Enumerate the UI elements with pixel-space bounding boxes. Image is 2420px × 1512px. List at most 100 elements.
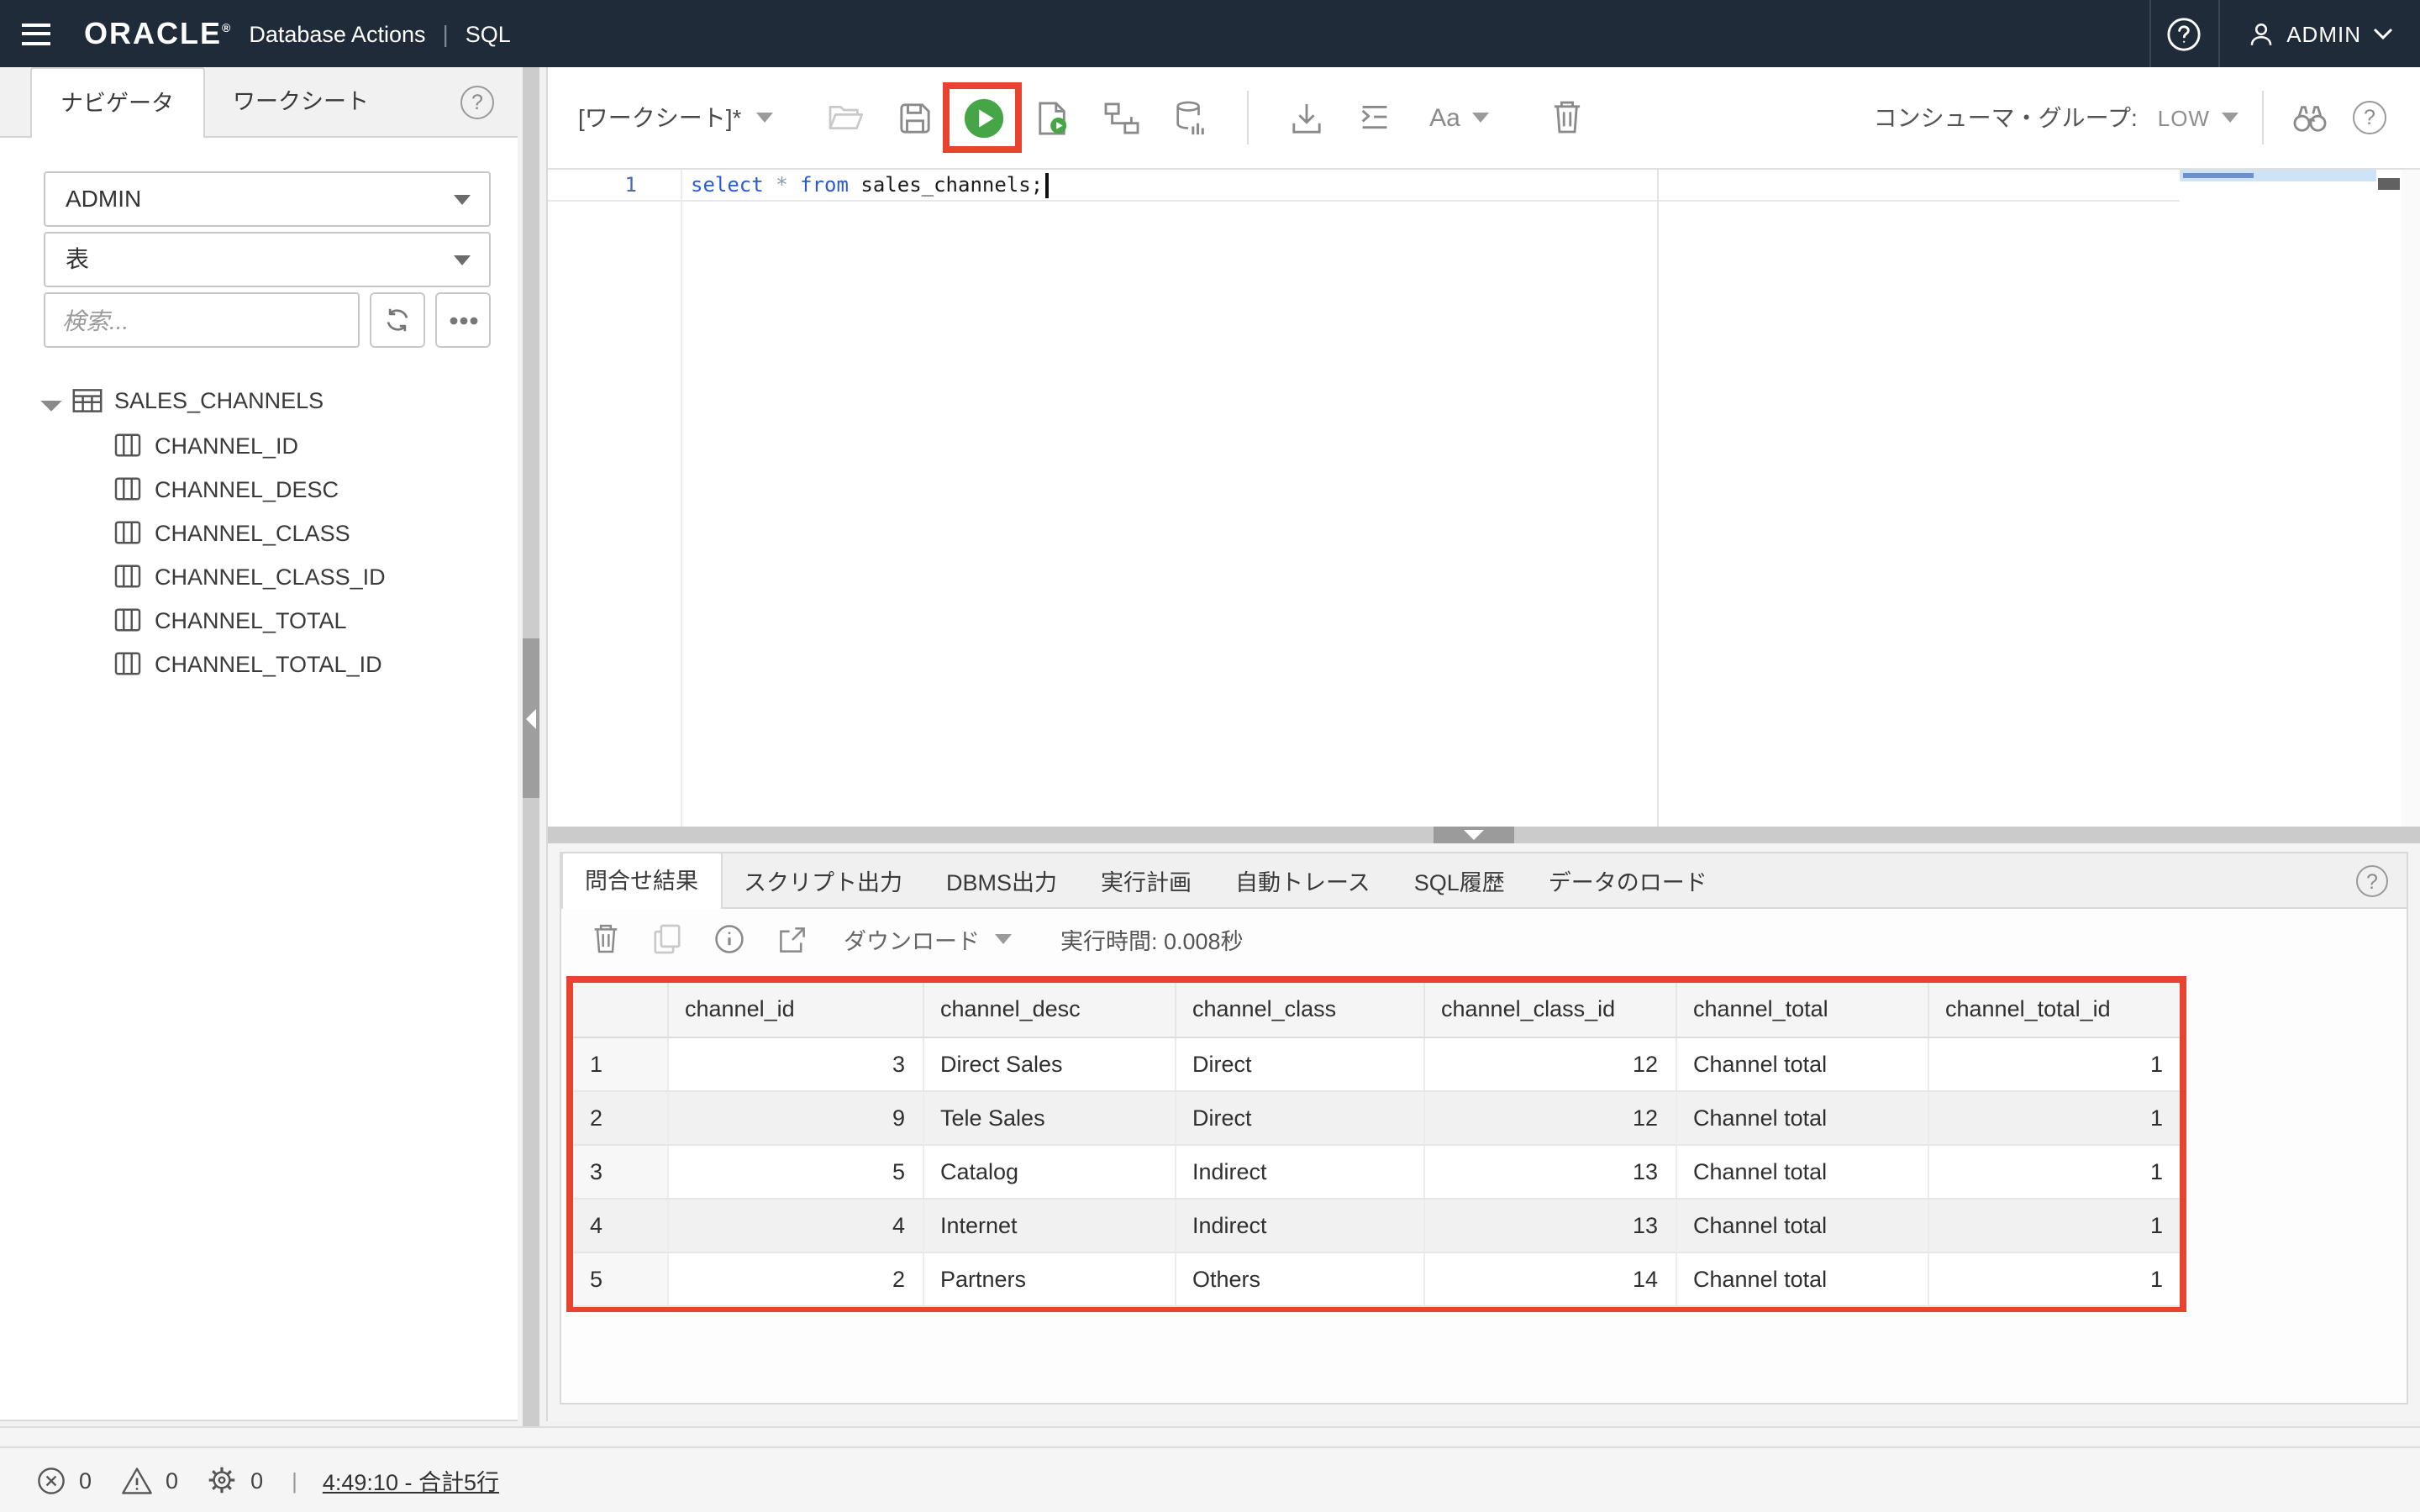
object-type-select[interactable]: 表	[44, 232, 491, 287]
grid-cell[interactable]: Internet	[923, 1198, 1175, 1252]
editor-scrollbar-thumb[interactable]	[2378, 178, 2400, 190]
grid-cell[interactable]: Catalog	[923, 1144, 1175, 1198]
results-tab-5[interactable]: SQL履歴	[1392, 860, 1527, 907]
results-tab-3[interactable]: 実行計画	[1079, 860, 1213, 907]
grid-cell[interactable]: Direct	[1175, 1090, 1423, 1144]
run-statement-button[interactable]	[961, 96, 1005, 139]
search-input[interactable]	[44, 292, 360, 348]
copy-results-button[interactable]	[650, 922, 684, 956]
grid-column-header[interactable]: channel_total	[1676, 983, 1928, 1037]
refresh-button[interactable]	[370, 292, 425, 348]
grid-column-header[interactable]: channel_desc	[923, 983, 1175, 1037]
results-splitter[interactable]	[548, 827, 2420, 843]
help-button[interactable]	[2150, 0, 2217, 67]
sidebar-tab-1[interactable]: ワークシート	[204, 67, 397, 136]
sql-editor[interactable]: 1 select * from sales_channels;	[548, 170, 2420, 827]
grid-cell[interactable]: 12	[1423, 1037, 1676, 1090]
grid-cell[interactable]: Channel total	[1676, 1198, 1928, 1252]
grid-cell[interactable]: Channel total	[1676, 1144, 1928, 1198]
row-number-cell[interactable]: 2	[573, 1090, 667, 1144]
grid-row-2[interactable]: 29Tele SalesDirect12Channel total1	[573, 1090, 2180, 1144]
grid-cell[interactable]: Tele Sales	[923, 1090, 1175, 1144]
autotrace-button[interactable]	[1168, 96, 1212, 139]
tree-node-column[interactable]: CHANNEL_TOTAL	[44, 598, 491, 642]
grid-cell[interactable]: 1	[1928, 1252, 2180, 1305]
find-button[interactable]	[2287, 96, 2331, 139]
grid-cell[interactable]: 13	[1423, 1198, 1676, 1252]
grid-cell[interactable]: 1	[1928, 1144, 2180, 1198]
expander-icon[interactable]	[40, 390, 61, 411]
grid-row-4[interactable]: 44InternetIndirect13Channel total1	[573, 1198, 2180, 1252]
hamburger-menu-icon[interactable]	[0, 0, 71, 67]
format-button[interactable]	[1353, 96, 1397, 139]
text-size-button[interactable]: Aa	[1422, 96, 1496, 139]
grid-cell[interactable]: 4	[667, 1198, 923, 1252]
worksheet-help-button[interactable]: ?	[2348, 96, 2391, 139]
grid-cell[interactable]: Others	[1175, 1252, 1423, 1305]
results-tab-4[interactable]: 自動トレース	[1213, 860, 1392, 907]
worksheet-menu-chevron-icon[interactable]	[756, 113, 773, 123]
tree-node-column[interactable]: CHANNEL_TOTAL_ID	[44, 642, 491, 685]
grid-cell[interactable]: Indirect	[1175, 1198, 1423, 1252]
tree-node-column[interactable]: CHANNEL_DESC	[44, 467, 491, 511]
grid-cell[interactable]: 1	[1928, 1090, 2180, 1144]
tree-node-table[interactable]: SALES_CHANNELS	[44, 378, 491, 423]
results-help-button[interactable]: ?	[2356, 865, 2388, 897]
grid-cell[interactable]: 2	[667, 1252, 923, 1305]
grid-row-1[interactable]: 13Direct SalesDirect12Channel total1	[573, 1037, 2180, 1090]
grid-cell[interactable]: Direct	[1175, 1037, 1423, 1090]
results-tab-0[interactable]: 問合せ結果	[561, 852, 722, 909]
grid-cell[interactable]: 3	[667, 1037, 923, 1090]
grid-cell[interactable]: 9	[667, 1090, 923, 1144]
grid-cell[interactable]: Channel total	[1676, 1090, 1928, 1144]
save-button[interactable]	[892, 96, 936, 139]
grid-row-5[interactable]: 52PartnersOthers14Channel total1	[573, 1252, 2180, 1305]
run-script-button[interactable]	[1030, 96, 1074, 139]
task-count[interactable]: 0	[207, 1465, 263, 1495]
discard-results-button[interactable]	[588, 922, 622, 956]
results-tab-1[interactable]: スクリプト出力	[722, 860, 924, 907]
grid-cell[interactable]: 1	[1928, 1037, 2180, 1090]
more-options-button[interactable]	[435, 292, 491, 348]
consumer-group-select[interactable]: LOW	[2158, 105, 2210, 130]
warning-count[interactable]: 0	[120, 1466, 178, 1494]
schema-select[interactable]: ADMIN	[44, 171, 491, 227]
download-results-button[interactable]: ダウンロード	[844, 922, 1012, 956]
grid-cell[interactable]: Channel total	[1676, 1252, 1928, 1305]
row-number-cell[interactable]: 3	[573, 1144, 667, 1198]
tree-node-column[interactable]: CHANNEL_CLASS	[44, 511, 491, 554]
editor-minimap[interactable]	[2180, 170, 2376, 181]
tree-node-column[interactable]: CHANNEL_CLASS_ID	[44, 554, 491, 598]
open-file-button[interactable]	[823, 96, 867, 139]
grid-row-3[interactable]: 35CatalogIndirect13Channel total1	[573, 1144, 2180, 1198]
grid-column-header[interactable]: channel_class_id	[1423, 983, 1676, 1037]
grid-column-header[interactable]: channel_id	[667, 983, 923, 1037]
grid-cell[interactable]: 12	[1423, 1090, 1676, 1144]
results-splitter-handle[interactable]	[1434, 827, 1514, 843]
clear-worksheet-button[interactable]	[1544, 96, 1588, 139]
row-number-cell[interactable]: 4	[573, 1198, 667, 1252]
download-editor-button[interactable]	[1284, 96, 1328, 139]
sidebar-splitter[interactable]	[523, 67, 539, 1426]
grid-cell[interactable]: 13	[1423, 1144, 1676, 1198]
error-count[interactable]: 0	[37, 1466, 92, 1494]
sidebar-splitter-handle[interactable]	[523, 638, 539, 798]
grid-cell[interactable]: 14	[1423, 1252, 1676, 1305]
grid-cell[interactable]: Direct Sales	[923, 1037, 1175, 1090]
sidebar-help-button[interactable]: ?	[460, 86, 494, 119]
grid-cell[interactable]: 5	[667, 1144, 923, 1198]
explain-plan-button[interactable]	[1099, 96, 1143, 139]
grid-cell[interactable]: Partners	[923, 1252, 1175, 1305]
grid-column-header[interactable]	[573, 983, 667, 1037]
grid-cell[interactable]: Indirect	[1175, 1144, 1423, 1198]
user-menu[interactable]: ADMIN	[2219, 0, 2420, 67]
chevron-down-icon[interactable]	[2222, 113, 2238, 123]
grid-column-header[interactable]: channel_class	[1175, 983, 1423, 1037]
row-number-cell[interactable]: 5	[573, 1252, 667, 1305]
result-info-button[interactable]	[713, 922, 746, 956]
session-time-link[interactable]: 4:49:10 - 合計5行	[323, 1463, 499, 1497]
results-tab-6[interactable]: データのロード	[1527, 860, 1729, 907]
results-tab-2[interactable]: DBMS出力	[924, 860, 1079, 907]
tree-node-column[interactable]: CHANNEL_ID	[44, 423, 491, 467]
sidebar-tab-0[interactable]: ナビゲータ	[30, 67, 204, 138]
